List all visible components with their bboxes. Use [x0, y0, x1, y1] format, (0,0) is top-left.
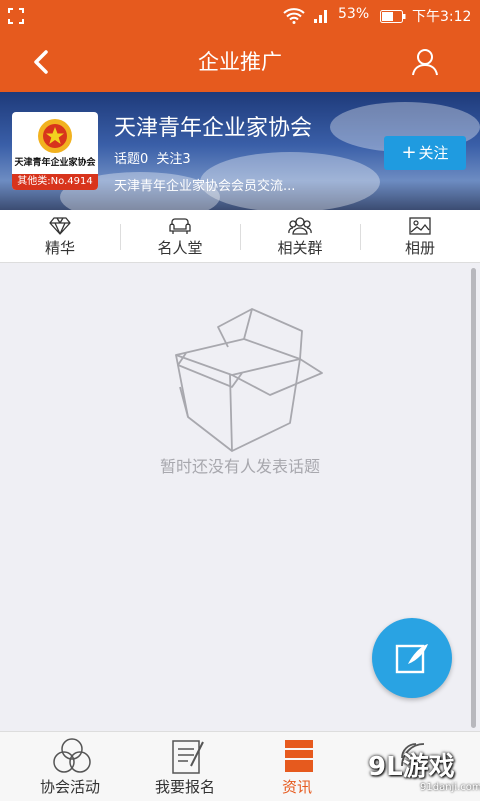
tab-hall-of-fame-label: 名人堂 [157, 239, 203, 257]
sofa-icon [169, 218, 191, 234]
bottom-nav-news[interactable]: 资讯 [237, 732, 357, 801]
org-name: 天津青年企业家协会 [114, 116, 313, 141]
bottom-nav-news-label: 资讯 [281, 778, 312, 796]
screenshot-icon [8, 8, 24, 24]
battery-percent: 53% [338, 6, 370, 22]
org-header-banner: 天津青年企业家协会 其他类:No.4914 天津青年企业家协会 话题0 关注3 … [0, 92, 480, 210]
status-bar: 53% 下午3:12 [0, 0, 480, 32]
group-icon [288, 217, 312, 235]
follow-label: 关注 [418, 144, 449, 162]
form-icon [172, 740, 204, 774]
follow-button[interactable]: + 关注 [384, 136, 466, 170]
compose-icon [395, 644, 428, 674]
tab-related-groups-label: 相关群 [277, 239, 323, 257]
empty-message: 暂时还没有人发表话题 [159, 457, 320, 476]
diamond-icon [49, 217, 71, 235]
org-stats: 话题0 关注3 [114, 148, 195, 167]
wifi-icon [283, 8, 305, 24]
bottom-nav-signup[interactable]: 我要报名 [125, 732, 245, 801]
scrollbar[interactable] [471, 268, 476, 728]
logo-text: 天津青年企业家协会 [14, 158, 96, 168]
site-watermark: 9L游戏 91danji.com [360, 738, 480, 800]
watermark-logo: 9L游戏 [368, 752, 455, 782]
user-icon [412, 49, 438, 76]
circles-icon [53, 738, 91, 773]
image-icon [409, 217, 431, 235]
section-tabs: 精华 名人堂 相关群 相册 [0, 210, 480, 263]
bottom-nav-signup-label: 我要报名 [154, 778, 215, 796]
tab-featured-label: 精华 [44, 239, 75, 257]
follow-count: 关注3 [156, 152, 191, 167]
compose-button[interactable] [372, 618, 452, 698]
watermark-url: 91danji.com [420, 782, 480, 793]
top-nav-bar: 企业推广 [0, 32, 480, 92]
bottom-nav-activities-label: 协会活动 [39, 778, 100, 796]
tab-featured[interactable]: 精华 [0, 210, 120, 262]
signal-icon [314, 10, 327, 23]
clock: 下午3:12 [412, 9, 472, 25]
tab-album-label: 相册 [404, 239, 435, 257]
tab-related-groups[interactable]: 相关群 [240, 210, 360, 262]
bottom-nav-activities[interactable]: 协会活动 [10, 732, 130, 801]
battery-icon [380, 10, 406, 23]
news-icon [285, 740, 313, 772]
emblem-icon [38, 119, 72, 153]
tab-album[interactable]: 相册 [360, 210, 480, 262]
rank-badge: 其他类:No.4914 [12, 174, 98, 190]
tab-hall-of-fame[interactable]: 名人堂 [120, 210, 240, 262]
org-logo: 天津青年企业家协会 其他类:No.4914 [12, 112, 98, 190]
empty-box-icon [175, 308, 323, 452]
plus-icon: + [401, 142, 417, 163]
org-description: 天津青年企业家协会会员交流... [114, 179, 296, 194]
topic-count: 话题0 [114, 152, 149, 167]
profile-button[interactable] [405, 44, 445, 80]
